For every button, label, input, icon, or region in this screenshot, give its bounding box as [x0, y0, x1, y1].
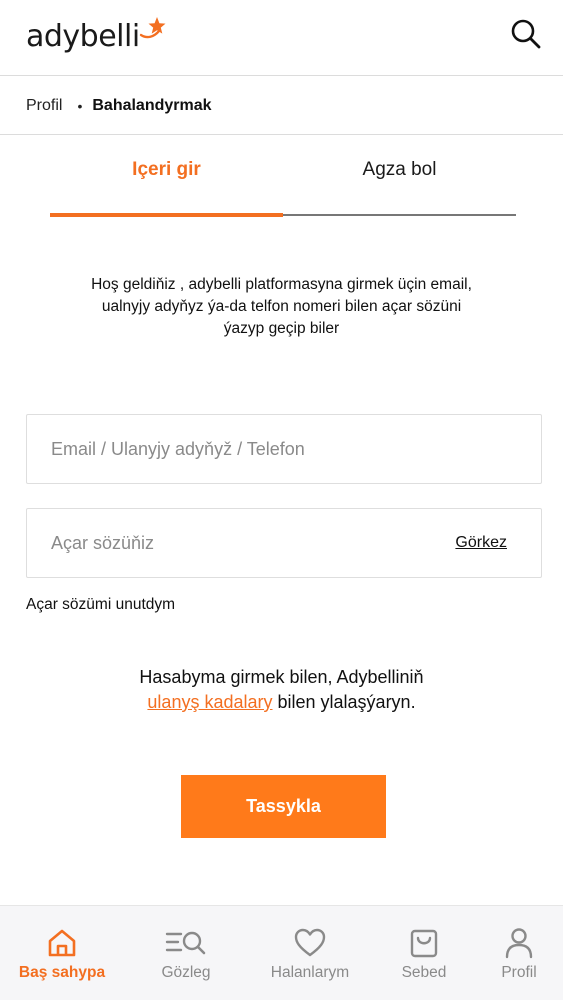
- nav-item-search[interactable]: Gözleg: [141, 906, 231, 1000]
- welcome-message: Hoş geldiňiz , adybelli platformasyna gi…: [91, 276, 472, 337]
- tab-active-indicator: [50, 213, 283, 217]
- nav-item-favorites[interactable]: Halanlarym: [253, 906, 367, 1000]
- forgot-password-link[interactable]: Açar sözümi unutdym: [26, 596, 175, 614]
- breadcrumb: Profil • Bahalandyrmak: [0, 77, 563, 135]
- brand-name: adybelli: [26, 18, 140, 54]
- nav-label-favorites: Halanlarym: [270, 964, 350, 981]
- nav-label-profile: Profil: [501, 964, 537, 981]
- search-button[interactable]: [506, 16, 546, 56]
- heart-icon: [294, 926, 326, 960]
- auth-tabs: Içeri gir Agza bol: [50, 136, 516, 218]
- show-password-link[interactable]: Görkez: [455, 534, 507, 552]
- nav-label-home: Baş sahypa: [18, 964, 106, 981]
- bottom-navigation: Baş sahypa Gözleg Halanlarym Sebed Profi…: [0, 905, 563, 1000]
- star-logo-icon: [138, 15, 166, 48]
- search-icon: [510, 18, 542, 55]
- terms-link[interactable]: ulanyş kadalary: [147, 692, 272, 712]
- terms-suffix: bilen ylalaşýaryn.: [272, 692, 416, 712]
- nav-item-cart[interactable]: Sebed: [386, 906, 462, 1000]
- password-field: Görkez: [26, 508, 542, 578]
- search-list-icon: [165, 926, 207, 960]
- home-icon: [47, 926, 77, 960]
- tab-register[interactable]: Agza bol: [283, 136, 516, 216]
- brand-logo[interactable]: adybelli: [26, 14, 166, 58]
- nav-label-search: Gözleg: [161, 964, 211, 981]
- password-input[interactable]: [51, 509, 456, 577]
- shopping-bag-icon: [409, 926, 439, 960]
- user-icon: [504, 926, 534, 960]
- app-header: adybelli: [0, 0, 563, 76]
- breadcrumb-separator-icon: •: [77, 97, 83, 114]
- nav-item-home[interactable]: Baş sahypa: [12, 906, 112, 1000]
- email-field: [26, 414, 542, 484]
- tab-divider: [283, 214, 516, 216]
- terms-prefix: Hasabyma girmek bilen, Adybelliniň: [139, 667, 424, 687]
- nav-item-profile[interactable]: Profil: [486, 906, 552, 1000]
- terms-notice: Hasabyma girmek bilen, Adybelliniň ulany…: [60, 665, 503, 715]
- submit-button[interactable]: Tassykla: [181, 775, 386, 838]
- breadcrumb-item-profil[interactable]: Profil: [26, 97, 62, 115]
- breadcrumb-item-current: Bahalandyrmak: [92, 96, 212, 114]
- email-input[interactable]: [51, 415, 541, 483]
- nav-label-cart: Sebed: [401, 964, 447, 981]
- tab-login[interactable]: Içeri gir: [50, 136, 283, 216]
